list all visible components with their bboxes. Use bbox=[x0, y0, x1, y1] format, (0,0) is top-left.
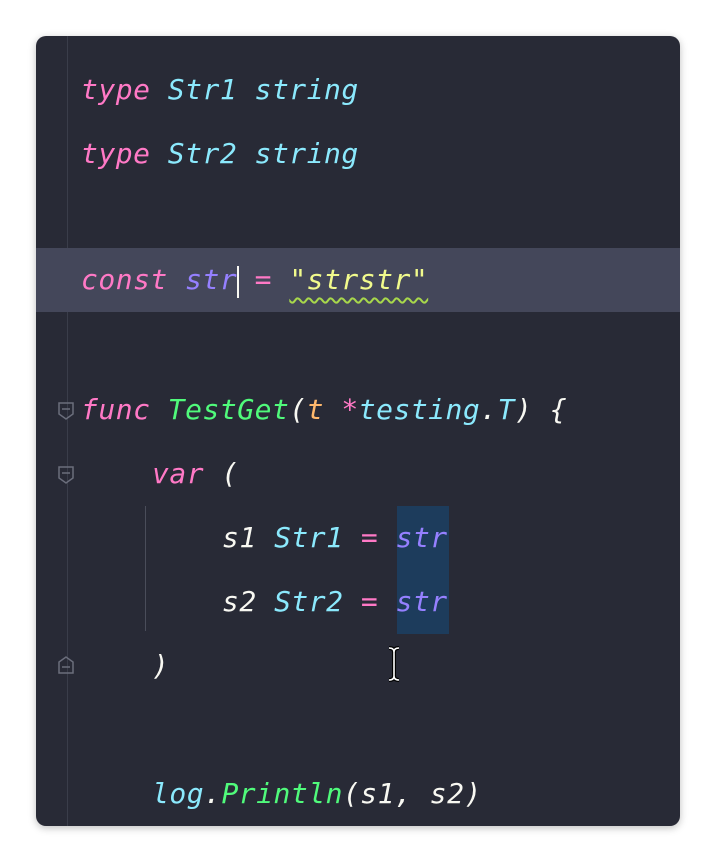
keyword-const: const bbox=[81, 263, 168, 296]
code-line-func[interactable]: func TestGet(t *testing.T) { bbox=[36, 378, 680, 442]
keyword-var: var bbox=[152, 457, 205, 490]
paren-close: ) bbox=[514, 393, 533, 426]
call-args: (s1, s2) bbox=[342, 777, 482, 810]
code-line-log[interactable]: log.Println(s1, s2) bbox=[36, 762, 680, 826]
text-caret bbox=[237, 266, 239, 298]
type-string: string bbox=[254, 137, 359, 170]
function-name: TestGet bbox=[167, 393, 290, 426]
type-string: string bbox=[254, 73, 359, 106]
string-literal: "strstr" bbox=[289, 263, 429, 296]
code-line-current[interactable]: const str = "strstr" bbox=[36, 248, 680, 312]
code-line-close-paren[interactable]: ) bbox=[36, 634, 680, 698]
param-name: t bbox=[306, 393, 325, 426]
const-reference: str bbox=[395, 585, 448, 618]
assign-operator: = bbox=[360, 521, 379, 554]
pointer-operator: * bbox=[341, 393, 359, 426]
package-name: log bbox=[152, 777, 205, 810]
package-name: testing bbox=[358, 393, 481, 426]
code-line-s2[interactable]: s2 Str2 = str bbox=[36, 570, 680, 634]
function-call: Println bbox=[221, 777, 343, 810]
paren-close: ) bbox=[152, 649, 170, 682]
dot: . bbox=[204, 777, 222, 810]
fold-icon[interactable] bbox=[58, 466, 74, 484]
code-editor[interactable]: type Str1 string type Str2 string const … bbox=[36, 36, 680, 826]
code-line-2[interactable]: type Str2 string bbox=[36, 122, 680, 186]
keyword-type: type bbox=[81, 73, 151, 106]
keyword-func: func bbox=[81, 393, 151, 426]
var-name: s1 bbox=[222, 521, 257, 554]
paren-open: ( bbox=[289, 393, 307, 426]
const-reference: str bbox=[395, 521, 448, 554]
code-line-s1[interactable]: s1 Str1 = str bbox=[36, 506, 680, 570]
code-line-var[interactable]: var ( bbox=[36, 442, 680, 506]
brace-open: { bbox=[549, 393, 568, 426]
type-name: Str1 bbox=[274, 521, 344, 554]
type-name: Str2 bbox=[274, 585, 344, 618]
const-name: str bbox=[185, 263, 238, 296]
fold-icon[interactable] bbox=[58, 402, 74, 420]
assign-operator: = bbox=[254, 263, 272, 296]
paren-open: ( bbox=[221, 457, 239, 490]
keyword-type: type bbox=[81, 137, 151, 170]
var-name: s2 bbox=[222, 585, 257, 618]
type-name: Str2 bbox=[167, 137, 238, 170]
assign-operator: = bbox=[360, 585, 379, 618]
type-name: Str1 bbox=[167, 73, 238, 106]
dot: . bbox=[480, 393, 498, 426]
code-line-1[interactable]: type Str1 string bbox=[36, 58, 680, 122]
fold-end-icon[interactable] bbox=[58, 656, 74, 674]
type-name: T bbox=[497, 393, 515, 426]
text-cursor-icon bbox=[388, 646, 400, 682]
